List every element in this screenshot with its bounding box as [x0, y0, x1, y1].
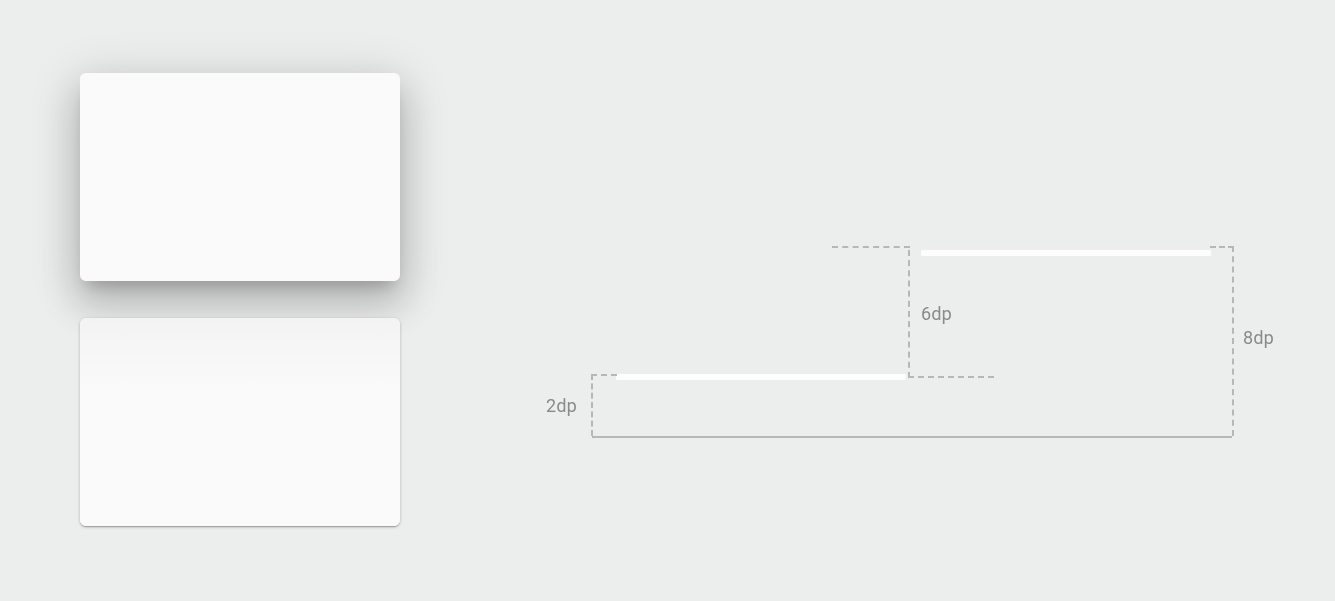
diagram-surface-top [921, 250, 1211, 256]
diagram-guide-2dp-horizontal [591, 374, 617, 376]
diagram-guide-2dp-vertical [591, 374, 593, 436]
diagram-label-6dp: 6dp [921, 304, 952, 325]
diagram-surface-mid [616, 374, 906, 380]
high-elevation-card [80, 73, 400, 281]
diagram-guide-6dp-vertical [908, 250, 910, 378]
diagram-guide-6dp-top [832, 246, 910, 248]
diagram-guide-8dp-vertical [1232, 246, 1234, 436]
elevation-illustration: 2dp 6dp 8dp [0, 0, 1335, 601]
elevation-diagram: 2dp 6dp 8dp [546, 246, 1286, 446]
diagram-label-2dp: 2dp [546, 396, 577, 417]
low-elevation-card [80, 318, 400, 526]
diagram-guide-8dp-top [1210, 246, 1234, 248]
diagram-baseline [592, 436, 1232, 438]
diagram-guide-6dp-mid [908, 376, 994, 378]
diagram-label-8dp: 8dp [1243, 328, 1274, 349]
